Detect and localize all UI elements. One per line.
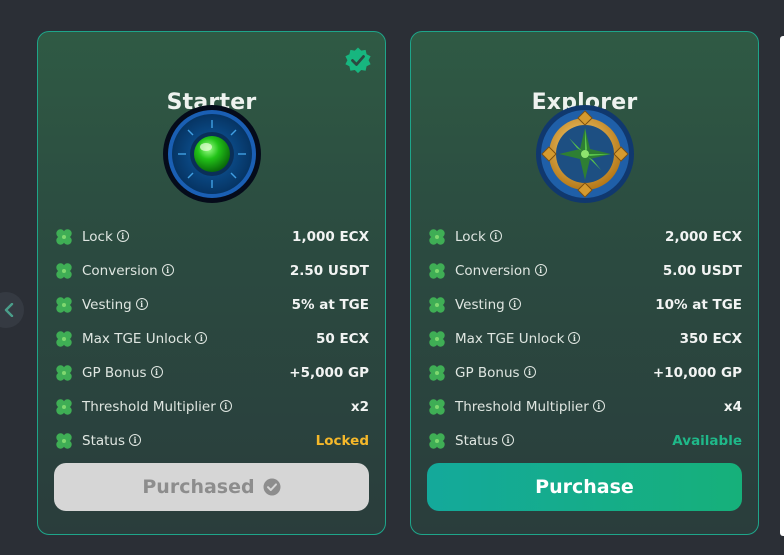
detail-label: Status	[455, 433, 499, 449]
detail-row-threshold-multiplier: Threshold Multiplier i x2	[54, 390, 369, 424]
info-circle-icon[interactable]: i	[568, 332, 581, 344]
detail-value: 350 ECX	[679, 331, 742, 347]
package-card-starter: Starter Lock i 1,000 ECX Conversion i 2.…	[37, 31, 386, 535]
detail-value: +5,000 GP	[289, 365, 369, 381]
info-circle-icon[interactable]: i	[534, 264, 547, 276]
four-leaf-clover-icon	[429, 399, 445, 415]
chevron-left-icon	[4, 303, 14, 317]
detail-value: 1,000 ECX	[292, 229, 369, 245]
info-circle-icon[interactable]: i	[129, 434, 142, 446]
info-circle-icon[interactable]: i	[219, 400, 232, 412]
detail-row-max-tge-unlock: Max TGE Unlock i 350 ECX	[427, 322, 742, 356]
detail-row-vesting: Vesting i 5% at TGE	[54, 288, 369, 322]
info-circle-icon[interactable]: i	[116, 230, 129, 242]
four-leaf-clover-icon	[429, 297, 445, 313]
next-card-edge	[780, 36, 784, 536]
info-circle-icon[interactable]: i	[135, 298, 148, 310]
four-leaf-clover-icon	[429, 433, 445, 449]
purchase-button[interactable]: Purchase	[427, 463, 742, 511]
detail-row-max-tge-unlock: Max TGE Unlock i 50 ECX	[54, 322, 369, 356]
four-leaf-clover-icon	[56, 433, 72, 449]
package-card-explorer: Explorer Lock i 2,000 ECX Conversion i 5…	[410, 31, 759, 535]
four-leaf-clover-icon	[429, 331, 445, 347]
detail-value: x4	[723, 399, 742, 415]
explorer-compass-emblem-icon	[536, 105, 634, 203]
four-leaf-clover-icon	[429, 263, 445, 279]
four-leaf-clover-icon	[56, 263, 72, 279]
detail-row-lock: Lock i 2,000 ECX	[427, 220, 742, 254]
info-circle-icon[interactable]: i	[161, 264, 174, 276]
detail-row-status: Status i Available	[427, 424, 742, 458]
check-circle-icon	[263, 478, 281, 496]
info-circle-icon[interactable]: i	[489, 230, 502, 242]
status-badge: Locked	[315, 433, 369, 449]
detail-label: Vesting	[455, 297, 505, 313]
detail-label: Max TGE Unlock	[455, 331, 565, 347]
info-circle-icon[interactable]: i	[150, 366, 163, 378]
purchased-button[interactable]: Purchased	[54, 463, 369, 511]
detail-row-vesting: Vesting i 10% at TGE	[427, 288, 742, 322]
detail-label: Threshold Multiplier	[82, 399, 216, 415]
package-details: Lock i 1,000 ECX Conversion i 2.50 USDT …	[54, 220, 369, 458]
detail-value: 5.00 USDT	[662, 263, 742, 279]
detail-value: x2	[350, 399, 369, 415]
button-label: Purchase	[535, 476, 634, 498]
detail-value: 5% at TGE	[291, 297, 369, 313]
info-circle-icon[interactable]: i	[523, 366, 536, 378]
detail-label: Lock	[455, 229, 486, 245]
detail-label: Max TGE Unlock	[82, 331, 192, 347]
detail-row-status: Status i Locked	[54, 424, 369, 458]
carousel-prev-button[interactable]	[0, 292, 24, 328]
four-leaf-clover-icon	[56, 365, 72, 381]
detail-label: Status	[82, 433, 126, 449]
four-leaf-clover-icon	[56, 331, 72, 347]
info-circle-icon[interactable]: i	[195, 332, 208, 344]
button-label: Purchased	[142, 476, 255, 498]
detail-label: Threshold Multiplier	[455, 399, 589, 415]
status-badge: Available	[672, 433, 742, 449]
four-leaf-clover-icon	[429, 365, 445, 381]
detail-label: GP Bonus	[82, 365, 147, 381]
detail-row-gp-bonus: GP Bonus i +5,000 GP	[54, 356, 369, 390]
starter-emblem-icon	[163, 105, 261, 203]
info-circle-icon[interactable]: i	[502, 434, 515, 446]
detail-value: 2.50 USDT	[289, 263, 369, 279]
detail-value: 10% at TGE	[655, 297, 742, 313]
detail-row-threshold-multiplier: Threshold Multiplier i x4	[427, 390, 742, 424]
four-leaf-clover-icon	[56, 229, 72, 245]
detail-label: Vesting	[82, 297, 132, 313]
detail-label: Lock	[82, 229, 113, 245]
detail-row-conversion: Conversion i 2.50 USDT	[54, 254, 369, 288]
detail-label: GP Bonus	[455, 365, 520, 381]
package-details: Lock i 2,000 ECX Conversion i 5.00 USDT …	[427, 220, 742, 458]
detail-value: 50 ECX	[315, 331, 369, 347]
detail-row-gp-bonus: GP Bonus i +10,000 GP	[427, 356, 742, 390]
detail-label: Conversion	[455, 263, 531, 279]
four-leaf-clover-icon	[429, 229, 445, 245]
detail-value: 2,000 ECX	[665, 229, 742, 245]
four-leaf-clover-icon	[56, 399, 72, 415]
info-circle-icon[interactable]: i	[508, 298, 521, 310]
detail-label: Conversion	[82, 263, 158, 279]
four-leaf-clover-icon	[56, 297, 72, 313]
detail-row-conversion: Conversion i 5.00 USDT	[427, 254, 742, 288]
packages-carousel: Starter Lock i 1,000 ECX Conversion i 2.…	[0, 0, 784, 555]
verified-badge-icon	[345, 47, 371, 74]
detail-value: +10,000 GP	[652, 365, 742, 381]
detail-row-lock: Lock i 1,000 ECX	[54, 220, 369, 254]
info-circle-icon[interactable]: i	[592, 400, 605, 412]
